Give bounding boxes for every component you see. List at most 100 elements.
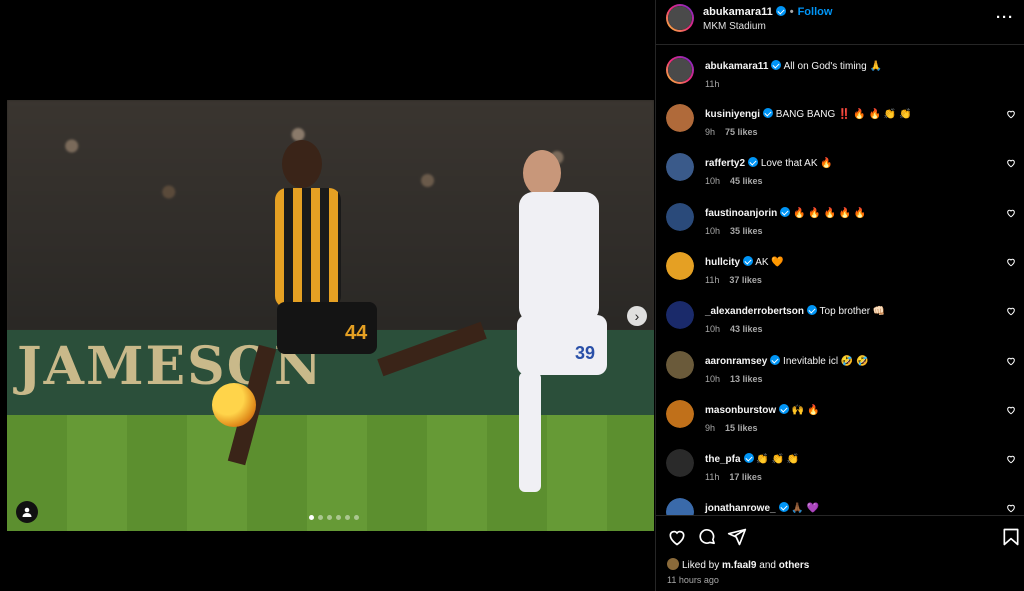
carousel-dot <box>345 515 350 520</box>
player-hull: 44 <box>207 140 497 490</box>
comment-icon[interactable] <box>697 527 717 547</box>
post-side-panel: abukamara11 • Follow MKM Stadium ··· abuka… <box>655 0 1024 591</box>
commenter-avatar[interactable] <box>666 350 694 379</box>
comment-text: 👏 👏 👏 <box>756 454 800 466</box>
user-tag-button[interactable] <box>16 501 38 523</box>
verified-icon <box>806 305 817 316</box>
comment-likes[interactable]: 13 likes <box>730 374 763 384</box>
comment-likes[interactable]: 43 likes <box>730 324 763 334</box>
verified-icon <box>743 453 754 464</box>
comment-username[interactable]: kusiniyengi <box>705 109 760 120</box>
verified-icon <box>779 403 790 414</box>
caption-time: 11h <box>705 79 720 89</box>
separator: • <box>789 6 794 18</box>
verified-icon <box>743 255 754 266</box>
comment-username[interactable]: rafferty2 <box>705 158 745 169</box>
comment-username[interactable]: masonburstow <box>705 405 776 416</box>
comment-username[interactable]: _alexanderrobertson <box>705 306 804 317</box>
liked-by-others[interactable]: others <box>779 560 810 571</box>
carousel-dot <box>336 515 341 520</box>
share-icon[interactable] <box>727 527 747 547</box>
comment-heart-icon[interactable] <box>1006 257 1016 267</box>
author-avatar[interactable] <box>666 56 694 84</box>
author-avatar[interactable] <box>666 4 694 32</box>
commenter-avatar[interactable] <box>666 104 694 132</box>
heart-icon[interactable] <box>667 527 687 547</box>
comment-time: 10h <box>705 176 721 187</box>
liked-by-avatar <box>667 558 679 570</box>
carousel-next-button[interactable]: › <box>627 306 647 326</box>
commenter-avatar[interactable] <box>666 399 694 428</box>
comment-heart-icon[interactable] <box>1006 306 1016 316</box>
commenter-avatar[interactable] <box>666 202 694 231</box>
comment-heart-icon[interactable] <box>1006 208 1016 218</box>
verified-icon <box>748 157 759 168</box>
comment-likes[interactable]: 37 likes <box>729 275 762 285</box>
comment-likes[interactable]: 75 likes <box>725 127 758 137</box>
post-time[interactable]: 11 hours ago <box>667 575 719 585</box>
comment-username[interactable]: aaronramsey <box>705 356 767 367</box>
comment-time: 11h <box>705 472 720 483</box>
author-username[interactable]: abukamara11 <box>703 6 773 18</box>
comment-likes[interactable]: 35 likes <box>730 226 763 236</box>
comment-username[interactable]: jonathanrowe_ <box>705 503 776 514</box>
post-photo[interactable]: JAMESON 44 39 <box>7 100 654 531</box>
caption-username[interactable]: abukamara11 <box>705 61 768 72</box>
comment-text: 🙏🏾 💜 <box>791 503 820 515</box>
post-location[interactable]: MKM Stadium <box>703 21 766 32</box>
comment-text: 🔥 🔥 🔥 🔥 🔥 <box>793 207 867 219</box>
comment-text: BANG BANG ‼️ 🔥 🔥 👏 👏 <box>775 109 912 120</box>
carousel-dot <box>309 515 314 520</box>
carousel-dot <box>318 515 323 520</box>
liked-by: Liked by m.faal9 and others <box>667 558 809 571</box>
carousel-dot <box>354 515 359 520</box>
comment-likes[interactable]: 45 likes <box>730 176 763 186</box>
comment-time: 11h <box>705 274 720 285</box>
comment-likes[interactable]: 17 likes <box>729 472 762 482</box>
comment-heart-icon[interactable] <box>1006 356 1016 366</box>
comment-text: Inevitable icl 🤣 🤣 <box>783 355 869 367</box>
comment-time: 9h <box>705 422 716 433</box>
comment-time: 10h <box>705 225 721 236</box>
comment-heart-icon[interactable] <box>1006 405 1016 415</box>
commenter-avatar[interactable] <box>666 153 694 182</box>
follow-button[interactable]: Follow <box>798 6 833 18</box>
comment-text: Top brother 👊🏻 <box>819 306 886 318</box>
bookmark-icon[interactable] <box>1001 527 1021 547</box>
comment-text: 🙌 🔥 <box>791 404 820 416</box>
verified-icon <box>780 206 791 217</box>
comment-username[interactable]: hullcity <box>705 257 740 268</box>
commenter-avatar[interactable] <box>666 251 694 280</box>
caption-text: All on God's timing 🙏 <box>783 61 882 72</box>
football <box>212 383 256 427</box>
commenter-avatar[interactable] <box>666 498 694 515</box>
post-media: JAMESON 44 39 › <box>0 0 655 591</box>
user-tag-icon <box>22 507 32 517</box>
commenter-avatar[interactable] <box>666 301 694 330</box>
comment-heart-icon[interactable] <box>1006 158 1016 168</box>
carousel-dot <box>327 515 332 520</box>
verified-icon <box>770 354 781 365</box>
chevron-right-icon: › <box>634 308 640 324</box>
post-header: abukamara11 • Follow MKM Stadium ··· <box>656 0 1024 45</box>
comment-heart-icon[interactable] <box>1006 109 1016 119</box>
comment-username[interactable]: faustinoanjorin <box>705 208 777 219</box>
verified-icon <box>775 6 786 16</box>
more-icon[interactable]: ··· <box>996 9 1014 26</box>
verified-icon <box>778 502 789 513</box>
liked-by-user[interactable]: m.faal9 <box>722 560 756 571</box>
player-leeds-number: 39 <box>575 343 596 363</box>
verified-icon <box>763 108 774 118</box>
carousel-indicator <box>309 515 359 520</box>
action-bar: Liked by m.faal9 and others 11 hours ago <box>656 515 1024 591</box>
comment-heart-icon[interactable] <box>1006 503 1016 513</box>
verified-icon <box>771 60 782 70</box>
comment-time: 10h <box>705 324 721 335</box>
comment-username[interactable]: the_pfa <box>705 454 741 465</box>
comment-text: AK 🧡 <box>755 256 784 268</box>
commenter-avatar[interactable] <box>666 449 694 478</box>
comment-heart-icon[interactable] <box>1006 454 1016 464</box>
comment-time: 10h <box>705 373 721 384</box>
comments-list[interactable]: abukamara11 All on God's timing 🙏 11h ku… <box>656 46 1024 515</box>
comment-likes[interactable]: 15 likes <box>725 423 758 433</box>
